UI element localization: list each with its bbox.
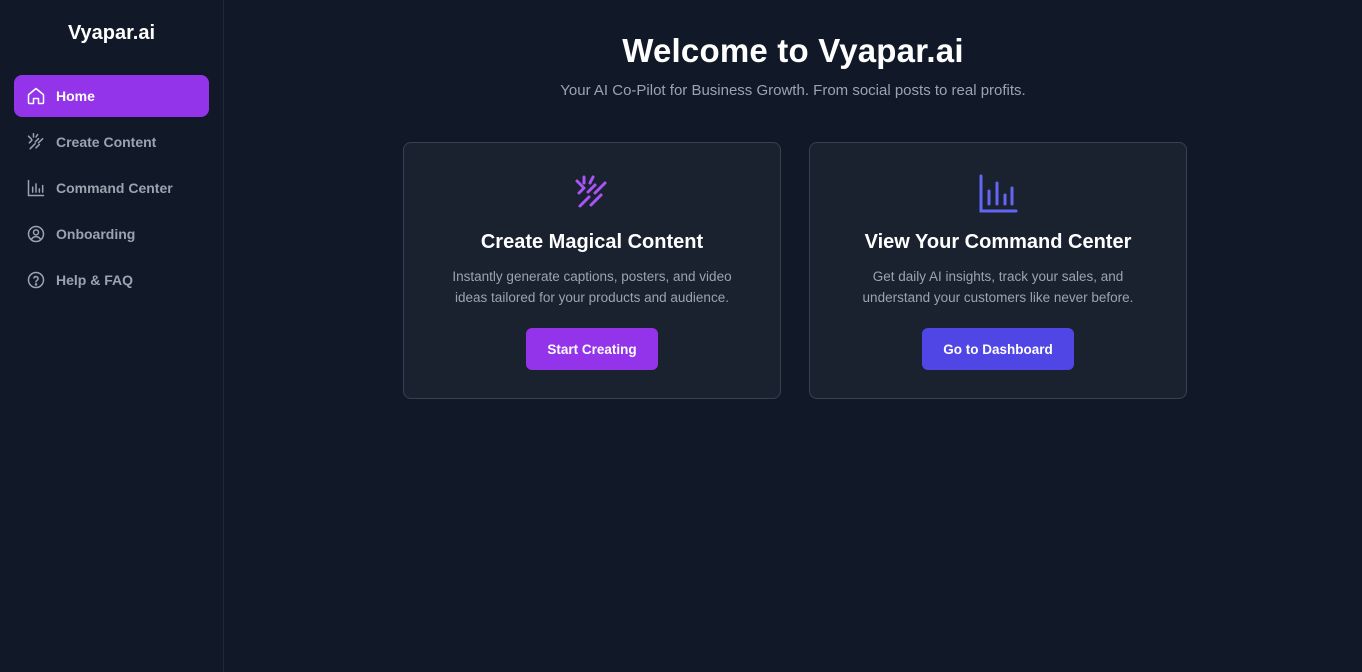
sparkles-wand-icon [569,171,615,217]
sidebar-item-create-content[interactable]: Create Content [14,121,209,163]
help-circle-icon [26,270,46,290]
card-description: Get daily AI insights, track your sales,… [862,269,1134,305]
start-creating-button[interactable]: Start Creating [526,328,658,370]
command-center-card: View Your Command Center Get daily AI in… [809,142,1187,399]
bar-chart-icon [26,178,46,198]
sidebar-item-label: Command Center [56,180,173,196]
feature-cards: Create Magical Content Instantly generat… [403,142,1187,399]
app-root: Vyapar.ai Home Create Content Command Ce… [0,0,1362,672]
sidebar: Vyapar.ai Home Create Content Command Ce… [0,0,224,672]
sidebar-item-label: Help & FAQ [56,272,134,288]
card-description: Instantly generate captions, posters, an… [452,269,732,305]
page-subtitle: Your AI Co-Pilot for Business Growth. Fr… [560,82,1026,99]
go-to-dashboard-button[interactable]: Go to Dashboard [922,328,1074,370]
brand-logo[interactable]: Vyapar.ai [14,0,209,75]
bar-chart-icon [975,171,1021,217]
sparkles-wand-icon [26,132,46,152]
sidebar-item-label: Create Content [56,134,157,150]
user-circle-icon [26,224,46,244]
main-content: Welcome to Vyapar.ai Your AI Co-Pilot fo… [224,0,1362,672]
home-icon [26,86,46,106]
card-title: View Your Command Center [864,231,1132,253]
card-title: Create Magical Content [480,231,704,253]
hero: Welcome to Vyapar.ai Your AI Co-Pilot fo… [224,0,1362,99]
sidebar-item-command-center[interactable]: Command Center [14,167,209,209]
sidebar-nav: Home Create Content Command Center Onboa… [14,75,209,301]
sidebar-item-onboarding[interactable]: Onboarding [14,213,209,255]
sidebar-item-label: Onboarding [56,226,136,242]
sidebar-item-home[interactable]: Home [14,75,209,117]
sidebar-item-help-faq[interactable]: Help & FAQ [14,259,209,301]
sidebar-item-label: Home [56,88,95,104]
page-title: Welcome to Vyapar.ai [622,32,964,69]
create-content-card: Create Magical Content Instantly generat… [403,142,781,399]
